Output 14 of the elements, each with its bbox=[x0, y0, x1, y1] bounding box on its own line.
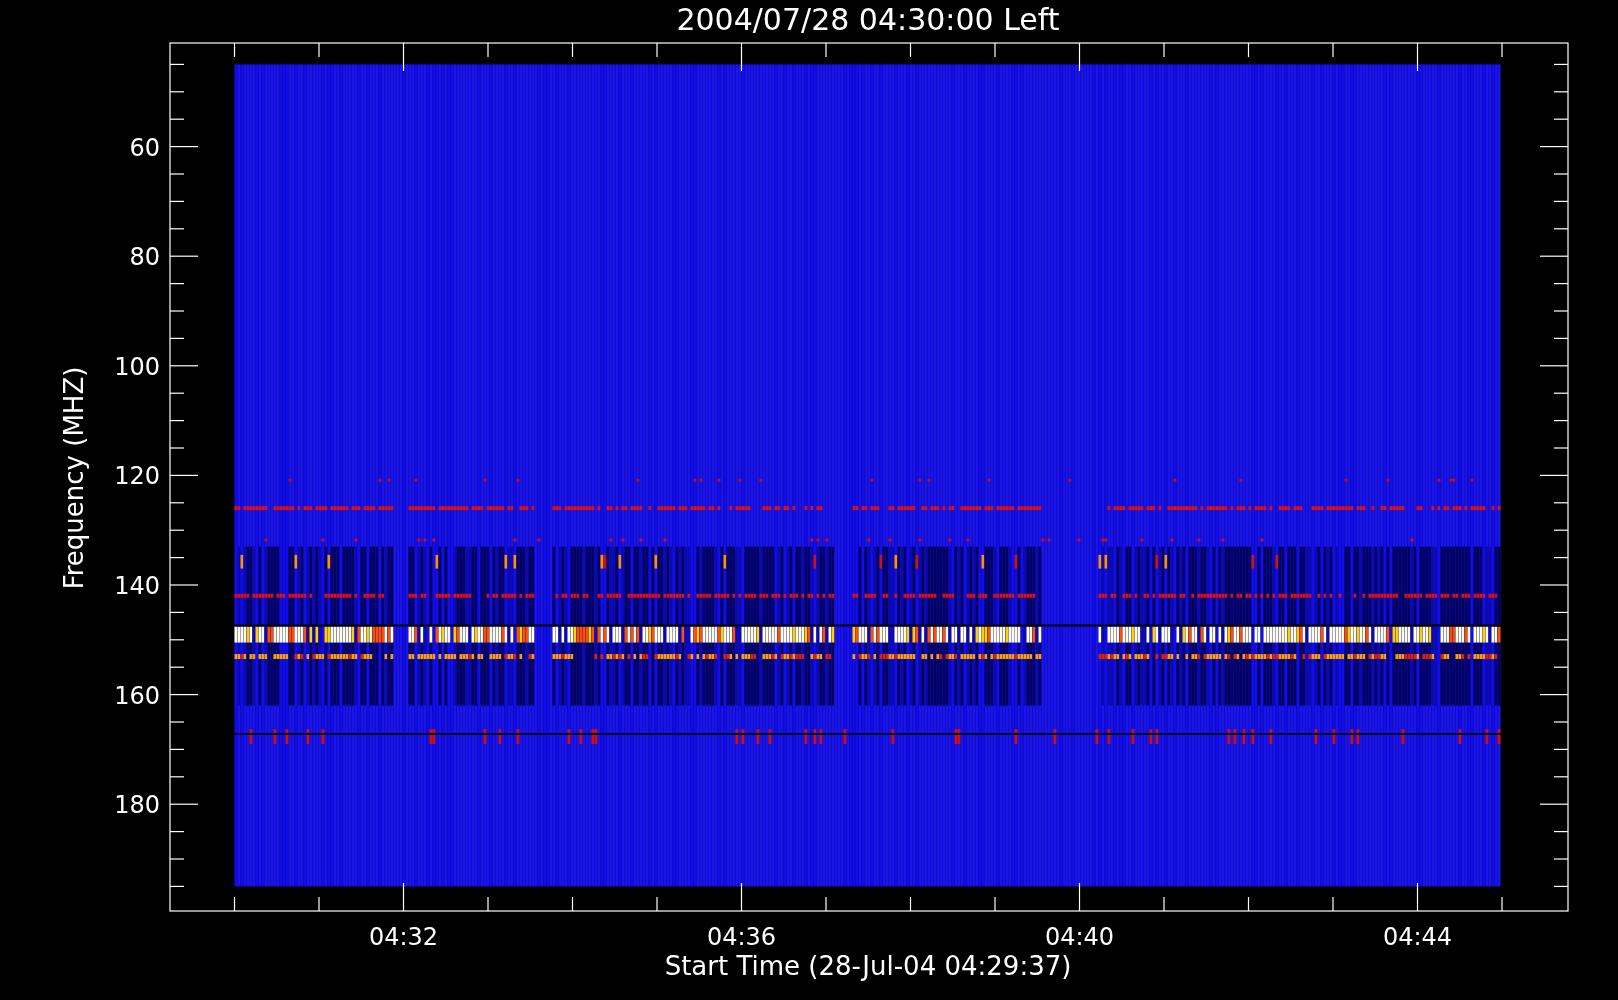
axis-tick-label: 80 bbox=[129, 243, 160, 272]
axis-tick-label: 04:44 bbox=[1382, 923, 1453, 951]
axis-title: Frequency (MHZ) bbox=[59, 366, 89, 590]
plot-title: 2004/07/28 04:30:00 Left bbox=[676, 2, 1060, 37]
axis-tick-label: 180 bbox=[114, 791, 160, 820]
axis-tick-label: 140 bbox=[114, 572, 160, 600]
axis-tick-label: 100 bbox=[114, 352, 160, 381]
axis-tick-label: 04:40 bbox=[1044, 923, 1115, 951]
axis-tick-label: 04:32 bbox=[368, 923, 439, 951]
axis-tick-label: 160 bbox=[114, 681, 160, 710]
axis-title: Start Time (28-Jul-04 04:29:37) bbox=[664, 951, 1072, 981]
axis-tick-label: 04:36 bbox=[706, 923, 777, 951]
axis-tick-label: 120 bbox=[114, 462, 160, 491]
axis-tick-label: 60 bbox=[129, 133, 160, 162]
